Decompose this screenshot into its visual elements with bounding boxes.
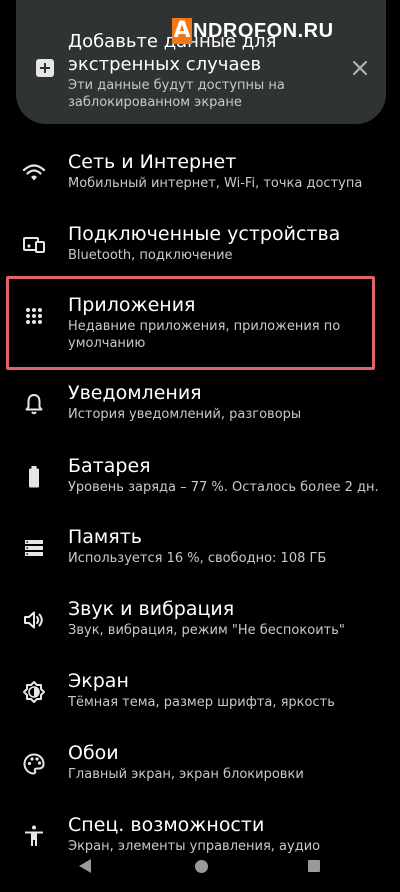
close-icon[interactable] bbox=[352, 60, 368, 76]
volume-icon bbox=[24, 611, 43, 629]
emergency-card-subtitle: Эти данные будут доступны на заблокирова… bbox=[68, 78, 285, 110]
recent-apps-icon[interactable] bbox=[308, 860, 320, 872]
home-icon[interactable] bbox=[195, 860, 208, 873]
settings-item-title: Сеть и Интернет bbox=[68, 151, 237, 173]
settings-item-subtitle: Bluetooth, подключение bbox=[68, 248, 233, 263]
settings-item-wallpaper[interactable]: Обои Главный экран, экран блокировки bbox=[0, 742, 400, 820]
settings-item-title: Приложения bbox=[68, 294, 196, 316]
settings-item-title: Батарея bbox=[68, 455, 151, 477]
settings-item-storage[interactable]: Память Используется 16 %, свободно: 108 … bbox=[0, 526, 400, 604]
settings-item-title: Экран bbox=[68, 670, 129, 692]
watermark-logo-letter: A bbox=[172, 18, 192, 44]
settings-item-subtitle: История уведомлений, разговоры bbox=[68, 407, 302, 422]
settings-item-apps[interactable]: Приложения Недавние приложения, приложен… bbox=[0, 294, 400, 372]
settings-item-title: Спец. возможности bbox=[68, 814, 265, 836]
wifi-icon bbox=[22, 164, 46, 181]
watermark-text: NDROFON.RU bbox=[193, 19, 334, 42]
settings-item-display[interactable]: Экран Тёмная тема, размер шрифта, яркост… bbox=[0, 670, 400, 748]
storage-icon bbox=[25, 540, 43, 556]
settings-item-subtitle: Уровень заряда – 77 %. Осталось более 2 … bbox=[68, 480, 379, 495]
settings-item-subtitle: Мобильный интернет, Wi-Fi, точка доступа bbox=[68, 176, 363, 191]
androfon-watermark: A NDROFON.RU bbox=[172, 18, 334, 44]
palette-icon bbox=[23, 753, 45, 775]
settings-item-subtitle: Звук, вибрация, режим "Не беспокоить" bbox=[68, 623, 345, 638]
settings-item-title: Обои bbox=[68, 742, 119, 764]
settings-item-title: Уведомления bbox=[68, 382, 202, 404]
settings-item-sound[interactable]: Звук и вибрация Звук, вибрация, режим "Н… bbox=[0, 598, 400, 676]
settings-item-title: Звук и вибрация bbox=[68, 598, 235, 620]
settings-item-network[interactable]: Сеть и Интернет Мобильный интернет, Wi-F… bbox=[0, 151, 400, 229]
settings-item-battery[interactable]: Батарея Уровень заряда – 77 %. Осталось … bbox=[0, 455, 400, 533]
settings-item-title: Память bbox=[68, 526, 142, 548]
settings-item-subtitle: Используется 16 %, свободно: 108 ГБ bbox=[68, 551, 327, 566]
accessibility-icon bbox=[25, 825, 43, 846]
settings-item-subtitle: Недавние приложения, приложения по умолч… bbox=[68, 319, 341, 351]
settings-item-subtitle: Главный экран, экран блокировки bbox=[68, 767, 304, 782]
devices-icon bbox=[23, 237, 45, 253]
settings-item-subtitle: Тёмная тема, размер шрифта, яркость bbox=[68, 695, 335, 710]
apps-grid-icon bbox=[26, 308, 42, 324]
bell-icon bbox=[25, 394, 43, 415]
navigation-bar bbox=[0, 846, 400, 889]
settings-item-title: Подключенные устройства bbox=[68, 223, 341, 245]
brightness-icon bbox=[23, 681, 45, 703]
battery-icon bbox=[29, 466, 39, 488]
medical-plus-icon bbox=[36, 59, 54, 77]
settings-item-notifications[interactable]: Уведомления История уведомлений, разгово… bbox=[0, 382, 400, 460]
back-icon[interactable] bbox=[78, 858, 92, 874]
